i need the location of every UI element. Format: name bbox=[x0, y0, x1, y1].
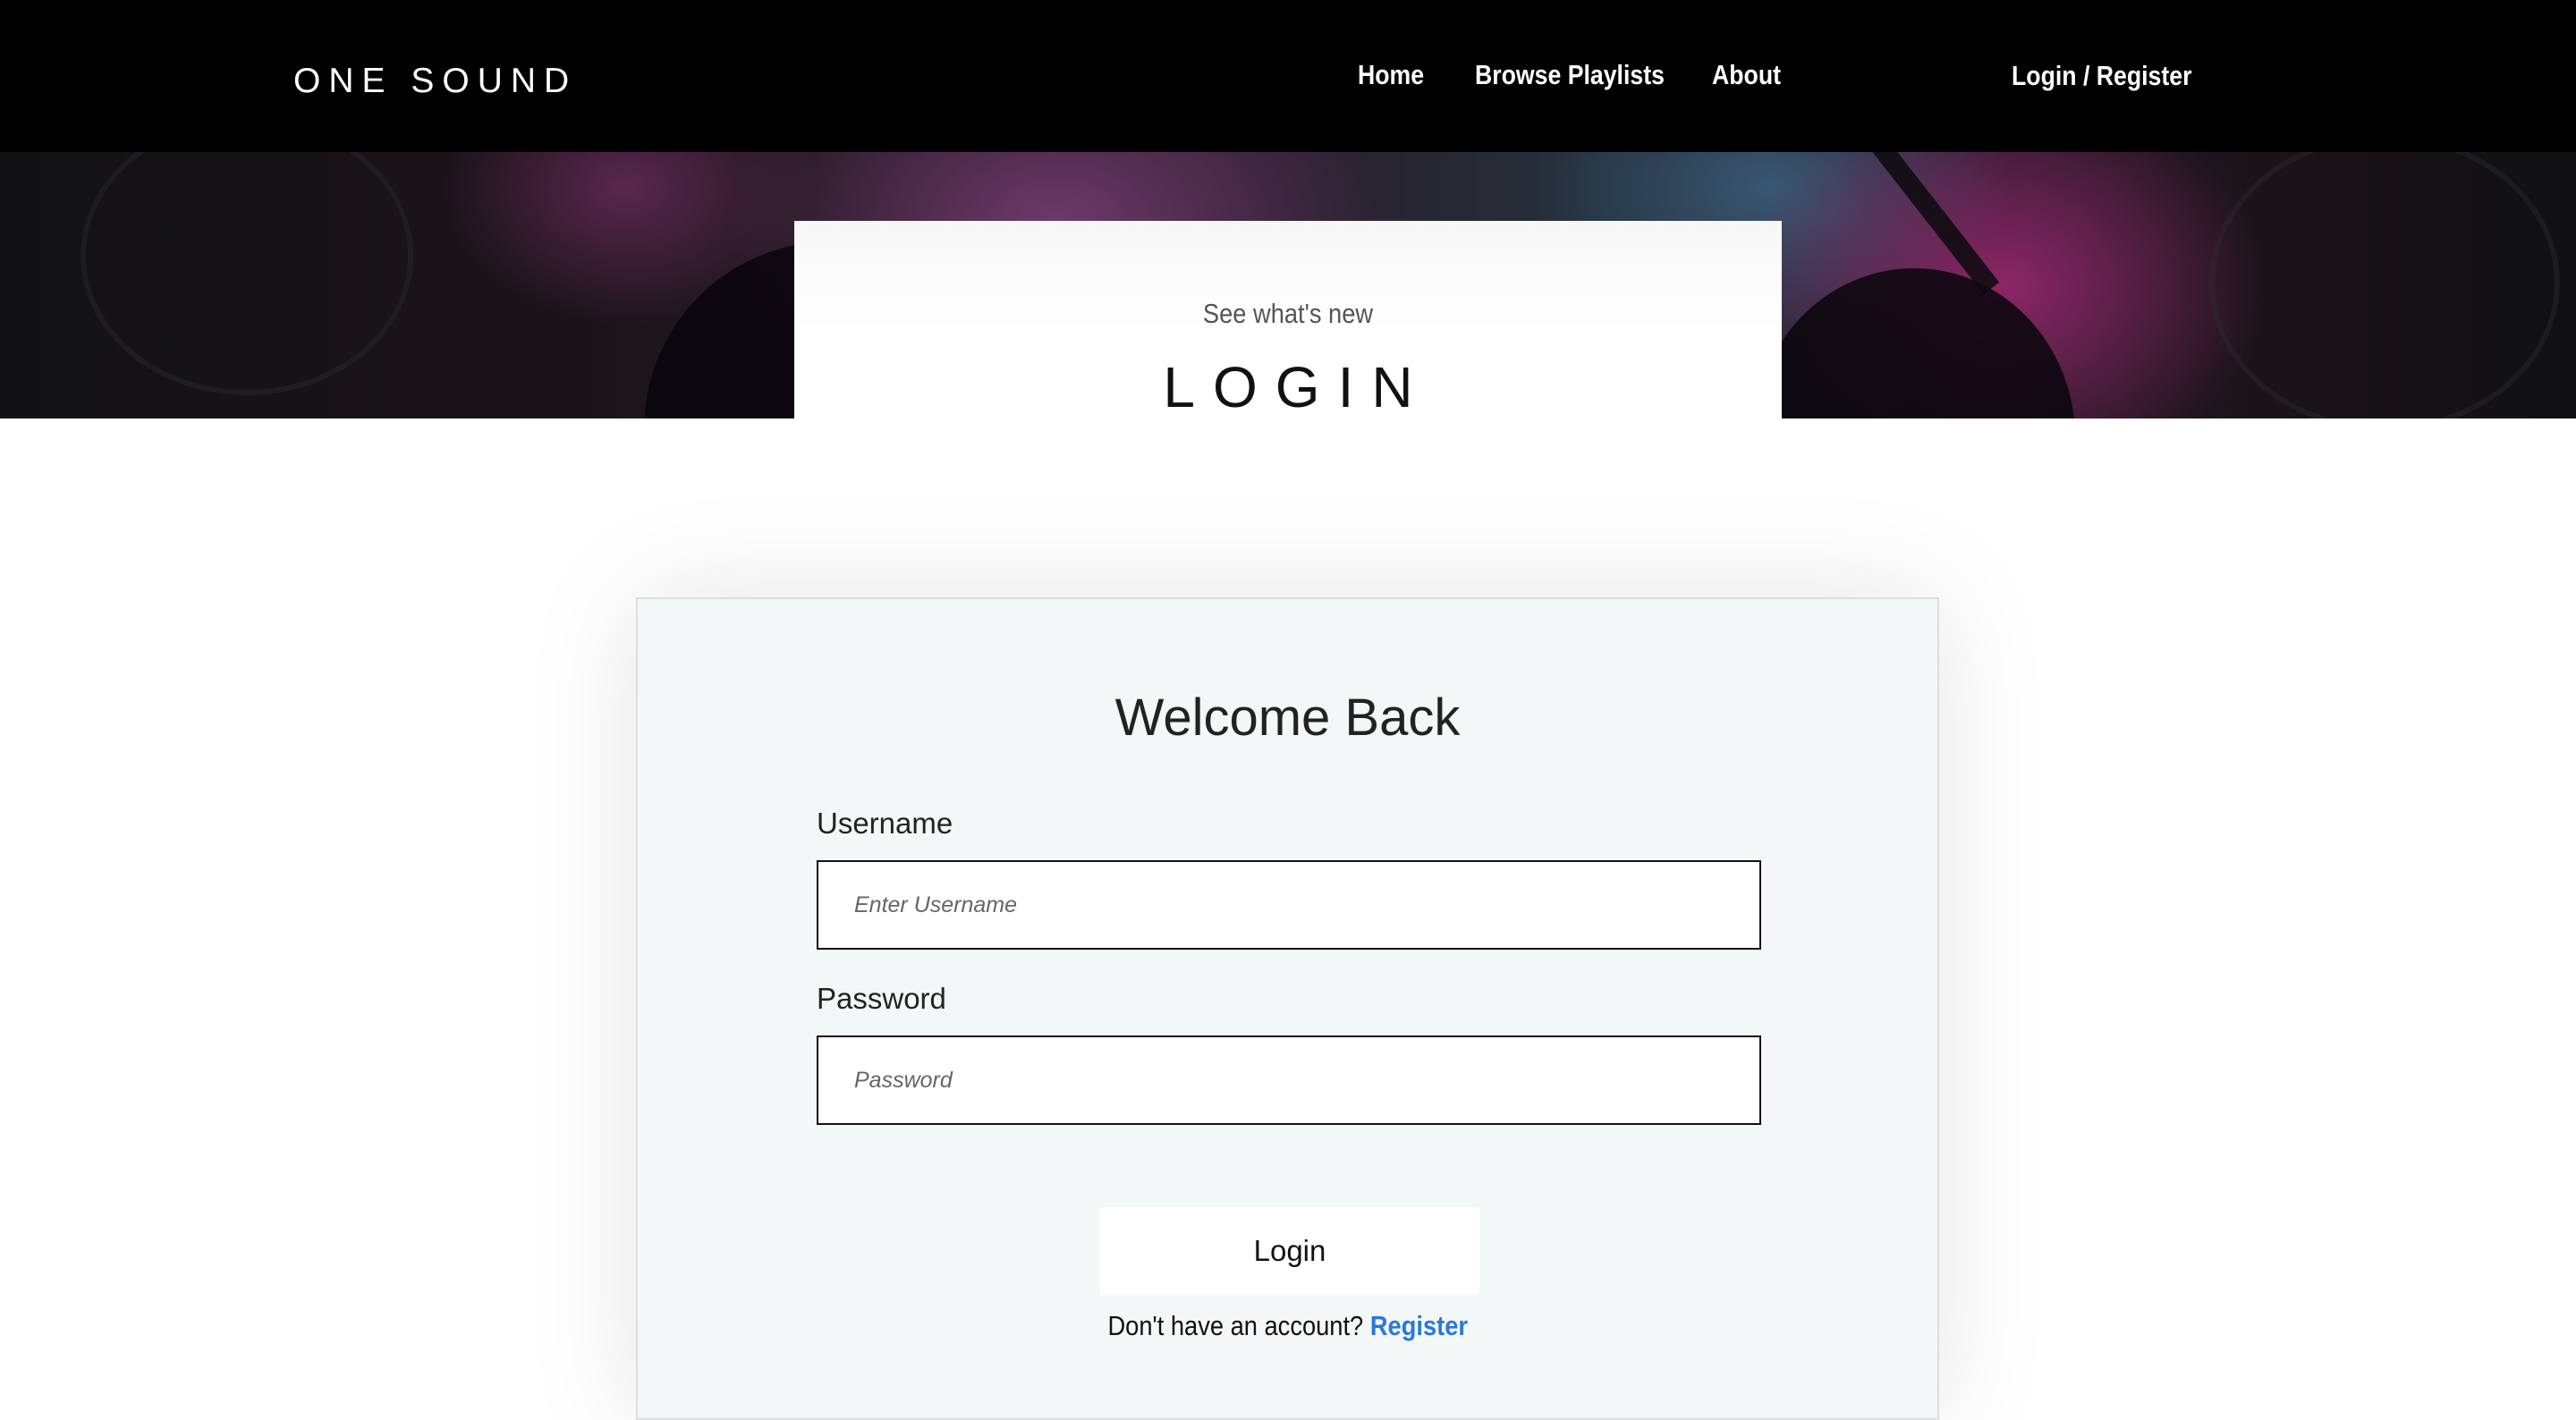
hero-silhouette-right bbox=[1753, 268, 2075, 418]
top-navbar: ONE SOUND Home Browse Playlists About Lo… bbox=[0, 0, 2576, 152]
hero-speaker-right bbox=[2209, 152, 2560, 418]
page-title-card: See what's new LOGIN bbox=[794, 221, 1782, 418]
nav-link-browse-playlists[interactable]: Browse Playlists bbox=[1475, 59, 1665, 91]
nav-link-home[interactable]: Home bbox=[1358, 59, 1424, 91]
nav-link-about[interactable]: About bbox=[1712, 59, 1781, 91]
login-button[interactable]: Login bbox=[1100, 1207, 1479, 1295]
brand-logo[interactable]: ONE SOUND bbox=[293, 61, 577, 102]
login-heading: Welcome Back bbox=[1114, 689, 1461, 747]
register-prompt-wrapper: Don't have an account? Register bbox=[1107, 1309, 1468, 1343]
page-subtitle: See what's new bbox=[1202, 298, 1374, 329]
page-title: LOGIN bbox=[1163, 355, 1431, 419]
register-prompt-line: Don't have an account? Register bbox=[638, 1309, 1937, 1343]
hero-speaker-left bbox=[80, 152, 413, 395]
login-form-card: Welcome Back Username Password Login Don… bbox=[636, 597, 1939, 1420]
password-label: Password bbox=[817, 982, 946, 1015]
nav-link-login-register[interactable]: Login / Register bbox=[2012, 60, 2191, 92]
password-input[interactable] bbox=[817, 1035, 1761, 1125]
register-link[interactable]: Register bbox=[1370, 1310, 1468, 1341]
register-prompt-text: Don't have an account? bbox=[1107, 1310, 1364, 1341]
username-label: Username bbox=[817, 807, 953, 840]
username-input[interactable] bbox=[817, 860, 1761, 950]
